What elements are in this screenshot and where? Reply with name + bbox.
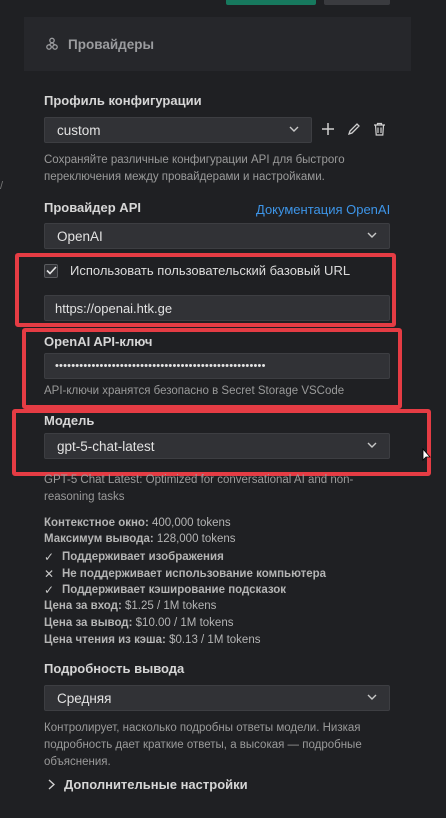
output-price: Цена за вывод: $10.00 / 1M tokens [44, 615, 233, 632]
output-price-value: $10.00 / 1M tokens [135, 617, 234, 629]
verbosity-description: Контролирует, насколько подробны ответы … [44, 722, 362, 768]
feature-images: ✓ Поддерживает изображения [44, 548, 224, 565]
chevron-down-icon [289, 126, 299, 132]
input-price: Цена за вход: $1.25 / 1M tokens [44, 598, 216, 615]
delete-profile-icon[interactable] [373, 122, 386, 136]
header-title: Провайдеры [68, 36, 154, 52]
api-provider-select[interactable]: OpenAI [44, 223, 390, 249]
check-icon: ✓ [44, 582, 55, 597]
api-key-label: OpenAI API-ключ [44, 334, 153, 349]
api-provider-value: OpenAI [57, 228, 103, 244]
custom-base-url-checkbox[interactable] [44, 263, 58, 278]
output-price-label: Цена за вывод: [44, 617, 133, 629]
input-price-label: Цена за вход: [44, 600, 122, 612]
left-edge-glyph: / [0, 180, 4, 192]
feature-computer-use: ✕ Не поддерживает использование компьюте… [44, 565, 326, 582]
feature-prompt-caching: ✓ Поддерживает кэширование подсказок [44, 581, 286, 598]
cache-price: Цена чтения из кэша: $0.13 / 1M tokens [44, 632, 260, 649]
openai-docs-link[interactable]: Документация OpenAI [256, 202, 390, 217]
config-profile-select[interactable]: custom [44, 117, 312, 143]
verbosity-select[interactable]: Средняя [44, 685, 390, 711]
input-price-value: $1.25 / 1M tokens [125, 600, 217, 612]
context-window-value: 400,000 tokens [152, 517, 231, 529]
config-profile-label: Профиль конфигурации [44, 93, 202, 108]
api-provider-label: Провайдер API [44, 200, 141, 215]
secondary-top-button[interactable] [324, 0, 390, 5]
base-url-input[interactable]: https://openai.htk.ge [44, 295, 390, 321]
chevron-down-icon [367, 694, 377, 700]
check-icon [45, 266, 57, 275]
model-select[interactable]: gpt-5-chat-latest [44, 433, 390, 459]
feature-images-text: Поддерживает изображения [62, 550, 224, 563]
add-profile-icon[interactable] [321, 122, 335, 136]
context-window-label: Контекстное окно: [44, 517, 149, 529]
primary-top-button[interactable] [226, 0, 316, 5]
verbosity-label: Подробность вывода [44, 661, 185, 676]
api-key-input[interactable]: ••••••••••••••••••••••••••••••••••••••••… [44, 353, 390, 379]
cache-price-value: $0.13 / 1M tokens [169, 634, 261, 646]
model-value: gpt-5-chat-latest [57, 438, 155, 454]
max-output-label: Максимум вывода: [44, 533, 154, 545]
model-context-window: Контекстное окно: 400,000 tokens [44, 515, 231, 532]
cache-price-label: Цена чтения из кэша: [44, 634, 166, 646]
model-max-output: Максимум вывода: 128,000 tokens [44, 531, 236, 548]
edit-profile-icon[interactable] [347, 122, 361, 136]
api-key-description: API-ключи хранятся безопасно в Secret St… [44, 385, 345, 397]
chevron-down-icon [367, 442, 377, 448]
model-description: GPT-5 Chat Latest: Optimized for convers… [44, 474, 354, 503]
chevron-down-icon [367, 232, 377, 238]
feature-computer-use-text: Не поддерживает использование компьютера [62, 567, 327, 580]
custom-base-url-label: Использовать пользовательский базовый UR… [70, 263, 351, 278]
feature-prompt-caching-text: Поддерживает кэширование подсказок [62, 583, 287, 596]
cursor-pointer-icon [422, 448, 431, 461]
webhook-icon [46, 37, 58, 50]
config-profile-value: custom [57, 122, 101, 138]
advanced-settings-toggle[interactable]: Дополнительные настройки [48, 777, 248, 792]
providers-section-header: Провайдеры [24, 17, 411, 71]
advanced-settings-label: Дополнительные настройки [64, 777, 248, 792]
custom-base-url-row[interactable]: Использовать пользовательский базовый UR… [44, 263, 350, 278]
model-label: Модель [44, 413, 95, 428]
check-icon: ✓ [44, 549, 55, 564]
config-profile-description: Сохраняйте различные конфигурации API дл… [44, 154, 345, 183]
x-icon: ✕ [44, 566, 55, 581]
max-output-value: 128,000 tokens [156, 533, 236, 545]
chevron-right-icon [48, 779, 55, 790]
verbosity-value: Средняя [57, 690, 112, 706]
